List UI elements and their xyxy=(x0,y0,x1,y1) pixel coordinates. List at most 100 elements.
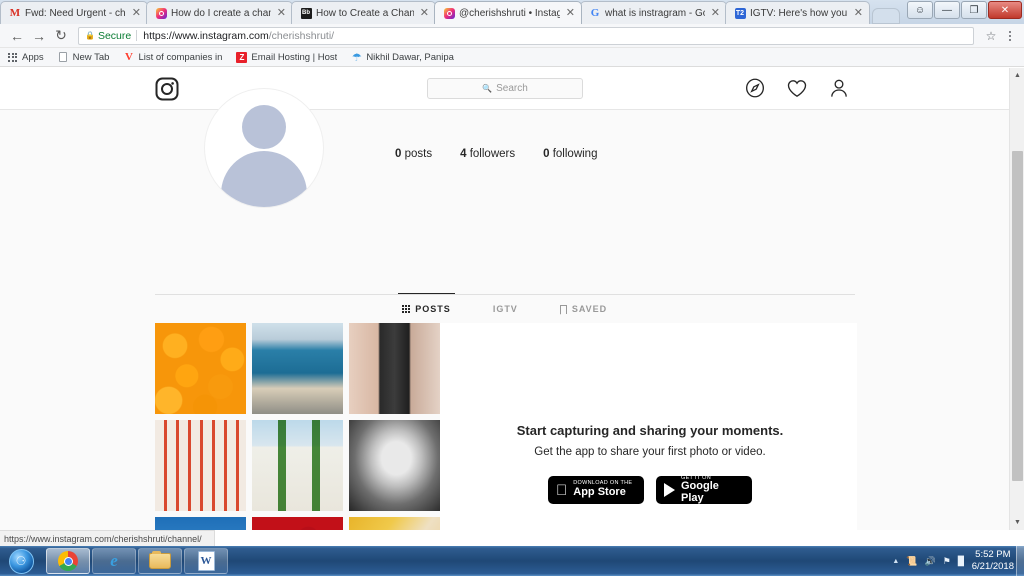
profile-tab-posts[interactable]: POSTS xyxy=(397,293,455,323)
tab-close-icon[interactable]: ✕ xyxy=(854,7,863,19)
scrollbar-thumb[interactable] xyxy=(1012,151,1023,481)
coastline-photo[interactable] xyxy=(252,323,343,414)
profile-tab-label: IGTV xyxy=(492,304,518,314)
photo-grid xyxy=(155,323,440,530)
baby-photo[interactable] xyxy=(349,420,440,511)
app-store-button[interactable]: Download on theApp Store xyxy=(548,476,644,504)
profile-tab-label: SAVED xyxy=(571,304,608,314)
photobooth-strip-photo[interactable] xyxy=(349,323,440,414)
taskbar-clock[interactable]: 5:52 PM 6/21/2018 xyxy=(972,549,1014,573)
sky-wires-photo[interactable] xyxy=(155,517,246,530)
profile-stat-following[interactable]: 0 following xyxy=(543,148,597,160)
profile-stat-followers[interactable]: 4 followers xyxy=(460,148,515,160)
tab-title: How do I create a channe xyxy=(171,7,271,19)
bookmark-label: New Tab xyxy=(72,51,110,63)
scroll-up-arrow[interactable]: ▲ xyxy=(1010,68,1024,83)
browser-tab-2[interactable]: Bb How to Create a Channel ✕ xyxy=(291,1,436,24)
clock-date: 6/21/2018 xyxy=(971,561,1014,572)
bookmark-item-3[interactable]: Z Email Hosting | Host xyxy=(229,48,344,67)
forward-button[interactable]: → xyxy=(28,25,50,47)
bookmark-item-2[interactable]: V List of companies in xyxy=(116,48,229,67)
user-profile-button[interactable]: ☺ xyxy=(907,1,933,19)
empty-state-title: Start capturing and sharing your moments… xyxy=(516,423,784,438)
word-taskbar-icon[interactable]: W xyxy=(184,548,228,574)
show-desktop-button[interactable] xyxy=(1016,546,1024,576)
tab-close-icon[interactable]: ✕ xyxy=(711,7,720,19)
profile-stat-posts[interactable]: 0 posts xyxy=(395,148,432,160)
bookmark-item-0[interactable]: Apps xyxy=(0,48,51,67)
start-button[interactable]: ⚆ xyxy=(2,547,40,575)
avatar-head xyxy=(242,105,286,149)
badge-big-text: App Store xyxy=(562,486,626,499)
instagram-logo[interactable] xyxy=(155,77,179,101)
profile-tab-igtv[interactable]: IGTV xyxy=(493,295,518,323)
profile-tab-saved[interactable]: SAVED xyxy=(559,295,608,323)
browser-tab-1[interactable]: How do I create a channe ✕ xyxy=(146,1,293,24)
internet-explorer-taskbar-icon[interactable]: e xyxy=(92,548,136,574)
profile-person-icon[interactable] xyxy=(829,78,849,98)
bookmark-label: Email Hosting | Host xyxy=(251,51,338,63)
cactus-house-photo[interactable] xyxy=(252,420,343,511)
vertical-scrollbar[interactable]: ▲ ▼ xyxy=(1009,68,1024,530)
action-center-icon[interactable]: 📜 xyxy=(906,556,917,567)
search-input[interactable]: 🔍 Search xyxy=(427,78,583,99)
back-button[interactable]: ← xyxy=(6,25,28,47)
profile-stats: 0 posts 4 followers 0 following xyxy=(395,148,597,160)
profile-header: 0 posts 4 followers 0 following xyxy=(0,88,1009,208)
bookmark-item-1[interactable]: New Tab xyxy=(51,48,117,67)
file-explorer-taskbar-icon[interactable] xyxy=(138,548,182,574)
chrome-menu-icon[interactable] xyxy=(1000,27,1020,45)
window-controls: ☺ — ❐ ✕ xyxy=(907,1,1022,19)
cat-photo[interactable] xyxy=(349,517,440,530)
signal-bars-icon[interactable]: ▉ xyxy=(958,556,965,567)
tab-close-icon[interactable]: ✕ xyxy=(420,7,429,19)
reload-button[interactable]: ↻ xyxy=(50,25,72,47)
t2-icon: T2 xyxy=(734,7,746,19)
tab-close-icon[interactable]: ✕ xyxy=(566,7,575,19)
apple-icon:  xyxy=(556,483,567,498)
minimize-button[interactable]: — xyxy=(934,1,960,19)
tab-close-icon[interactable]: ✕ xyxy=(132,7,141,19)
activity-heart-icon[interactable] xyxy=(787,79,807,98)
search-placeholder: Search xyxy=(496,83,528,94)
avatar-body xyxy=(221,151,307,207)
bookmark-item-4[interactable]: ☂ Nikhil Dawar, Panipa xyxy=(344,48,461,67)
windows-taskbar: ⚆ e W ▲ 📜 🔊 ⚑ ▉ 5:52 PM 6/21/2018 xyxy=(0,546,1024,576)
tray-expand-icon[interactable]: ▲ xyxy=(892,558,899,565)
bluebeam-icon: Bb xyxy=(300,7,312,19)
vimeo-v-icon: V xyxy=(124,51,133,63)
tab-title: Fwd: Need Urgent - cher xyxy=(25,7,126,19)
google-play-button[interactable]: GET IT ON Google Play xyxy=(656,475,752,504)
url-path: /cherishshruti/ xyxy=(268,29,335,42)
grid-icon xyxy=(401,304,411,314)
instagram-icon xyxy=(443,7,455,19)
browser-tab-3[interactable]: @cherishshruti • Instagra ✕ xyxy=(434,1,582,24)
tab-close-icon[interactable]: ✕ xyxy=(277,7,286,19)
default-avatar[interactable] xyxy=(204,88,324,208)
new-tab-button[interactable] xyxy=(872,8,900,24)
scroll-down-arrow[interactable]: ▼ xyxy=(1010,515,1024,530)
volume-icon[interactable]: 🔊 xyxy=(925,556,936,567)
bookmark-star-icon[interactable]: ☆ xyxy=(982,27,1000,45)
browser-tab-4[interactable]: Gwhat is instragram - Goo ✕ xyxy=(580,1,727,24)
empty-state: Start capturing and sharing your moments… xyxy=(455,423,845,504)
maximize-button[interactable]: ❐ xyxy=(961,1,987,19)
close-window-button[interactable]: ✕ xyxy=(988,1,1022,19)
clock-time: 5:52 PM xyxy=(975,549,1011,561)
stat-label: followers xyxy=(469,148,516,160)
tab-title: IGTV: Here's how you can xyxy=(750,7,848,19)
chrome-taskbar-icon[interactable] xyxy=(46,548,90,574)
oranges-photo[interactable] xyxy=(155,323,246,414)
apps-grid-icon xyxy=(7,52,18,63)
tab-title: what is instragram - Goo xyxy=(605,7,705,19)
red-flowers-photo[interactable] xyxy=(252,517,343,530)
browser-tab-0[interactable]: M Fwd: Need Urgent - cher ✕ xyxy=(0,1,148,24)
explore-compass-icon[interactable] xyxy=(745,78,765,98)
dog-photo[interactable] xyxy=(155,420,246,511)
stat-label: posts xyxy=(404,148,433,160)
bookmark-icon xyxy=(559,304,567,314)
url-domain: https://www.instagram.com xyxy=(143,29,269,42)
browser-tab-5[interactable]: T2 IGTV: Here's how you can ✕ xyxy=(725,1,870,24)
network-flag-icon[interactable]: ⚑ xyxy=(943,556,951,567)
address-bar[interactable]: 🔒 Secure https://www.instagram.com /cher… xyxy=(78,26,974,45)
